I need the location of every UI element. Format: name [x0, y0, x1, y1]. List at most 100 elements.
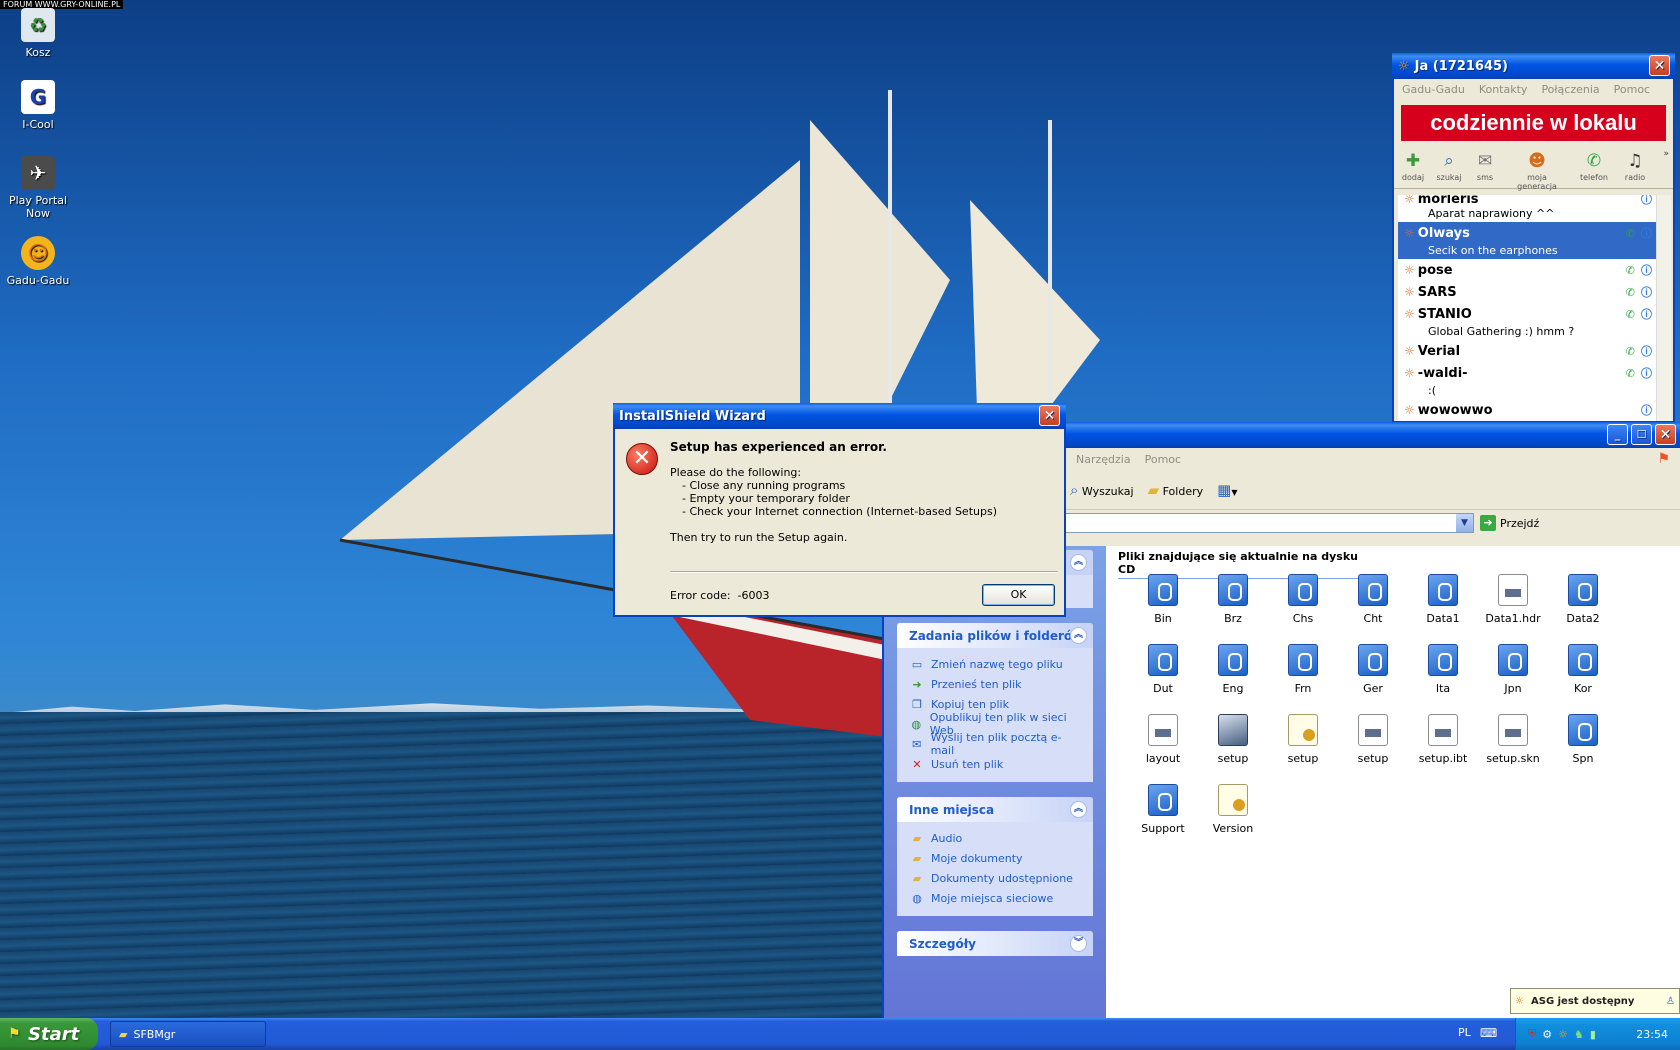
- phone-icon[interactable]: ✆: [1626, 227, 1635, 240]
- gg-menu-kontakty[interactable]: Kontakty: [1479, 83, 1528, 96]
- info-icon[interactable]: ⓘ: [1641, 367, 1652, 380]
- task-delete-file[interactable]: ✕ Usuń ten plik: [909, 754, 1081, 774]
- gg-contact-sars[interactable]: ☼ SARS ✆ ⓘ: [1398, 281, 1656, 303]
- info-icon[interactable]: ⓘ: [1641, 227, 1652, 240]
- file-item[interactable]: Ger: [1338, 644, 1408, 695]
- phone-icon[interactable]: ✆: [1626, 286, 1635, 299]
- tray-app-icon[interactable]: ♞: [1574, 1028, 1584, 1041]
- desktop-icon-recycle-bin[interactable]: ♻ Kosz: [0, 8, 76, 59]
- address-go-button[interactable]: ➜ Przejdź: [1480, 515, 1539, 531]
- explorer-minimize-button[interactable]: _: [1607, 424, 1628, 445]
- gg-contact-pose[interactable]: ☼ pose ✆ ⓘ: [1398, 259, 1656, 281]
- tray-network-icon[interactable]: ⚙: [1542, 1028, 1552, 1041]
- phone-icon[interactable]: ✆: [1626, 308, 1635, 321]
- explorer-maximize-button[interactable]: ☐: [1631, 424, 1652, 445]
- gg-scrollbar[interactable]: [1656, 195, 1671, 421]
- file-item[interactable]: Spn: [1548, 714, 1618, 765]
- file-item[interactable]: setup: [1198, 714, 1268, 765]
- chevron-up-icon[interactable]: ︽: [1070, 801, 1087, 818]
- info-icon[interactable]: ⓘ: [1641, 264, 1652, 277]
- gg-close-button[interactable]: ✕: [1649, 55, 1670, 76]
- desktop-icon-gadu-gadu[interactable]: ☺ Gadu-Gadu: [0, 236, 76, 287]
- gg-tool-moja-generacja[interactable]: ☻ moja generacja: [1506, 149, 1568, 191]
- address-dropdown-icon[interactable]: ▼: [1456, 514, 1473, 532]
- tray-gg-icon[interactable]: ☼: [1558, 1028, 1568, 1041]
- gg-menu-polaczenia[interactable]: Połączenia: [1541, 83, 1599, 96]
- file-item[interactable]: Chs: [1268, 574, 1338, 625]
- file-item[interactable]: setup.skn: [1478, 714, 1548, 765]
- clock[interactable]: 23:54: [1636, 1028, 1668, 1041]
- file-item[interactable]: Bin: [1128, 574, 1198, 625]
- explorer-views-button[interactable]: ▦▼: [1217, 481, 1237, 499]
- gg-tool-telefon[interactable]: ✆ telefon: [1574, 149, 1614, 182]
- file-item[interactable]: Dut: [1128, 644, 1198, 695]
- info-icon[interactable]: ⓘ: [1641, 286, 1652, 299]
- keyboard-icon[interactable]: ⌨: [1480, 1026, 1497, 1040]
- tray-battery-icon[interactable]: ▮: [1590, 1028, 1596, 1041]
- gg-ad-banner[interactable]: codziennie w lokalu: [1401, 105, 1666, 141]
- file-item[interactable]: Jpn: [1478, 644, 1548, 695]
- gg-contact-olways[interactable]: ☼ Olways ✆ ⓘ: [1398, 222, 1656, 244]
- phone-icon[interactable]: ✆: [1626, 264, 1635, 277]
- chevron-down-icon[interactable]: ︾: [1070, 935, 1087, 952]
- desktop-icon-play-portal[interactable]: ✈ Play Portal Now: [0, 156, 76, 220]
- gg-contact-waldi[interactable]: ☼ -waldi- ✆ ⓘ: [1398, 362, 1656, 384]
- start-button[interactable]: ⚑ Start: [0, 1018, 98, 1050]
- panel-head-file-tasks[interactable]: Zadania plików i folderów ︽: [897, 623, 1093, 648]
- phone-icon[interactable]: ✆: [1626, 345, 1635, 358]
- phone-icon[interactable]: ✆: [1626, 367, 1635, 380]
- place-shared-documents[interactable]: ▰ Dokumenty udostępnione: [909, 868, 1081, 888]
- info-icon[interactable]: ⓘ: [1641, 404, 1652, 417]
- dialog-titlebar[interactable]: InstallShield Wizard ✕: [613, 403, 1066, 429]
- file-item[interactable]: Eng: [1198, 644, 1268, 695]
- gg-toolbar-more-icon[interactable]: »: [1663, 149, 1669, 159]
- gg-contact-list[interactable]: ☼ morleris ⓘ Aparat naprawiony ^^ ☼ Olways ✆…: [1398, 195, 1656, 421]
- explorer-search-button[interactable]: ⌕ Wyszukaj: [1070, 481, 1134, 499]
- task-email-file[interactable]: ✉ Wyślij ten plik pocztą e-mail: [909, 731, 1081, 757]
- gg-tool-radio[interactable]: ♫ radio: [1620, 149, 1650, 182]
- gg-contact-verial[interactable]: ☼ Verial ✆ ⓘ: [1398, 340, 1656, 362]
- explorer-folders-button[interactable]: ▰ Foldery: [1148, 481, 1204, 499]
- gg-contact-morleris[interactable]: ☼ morleris ⓘ: [1398, 195, 1656, 207]
- gg-tool-szukaj[interactable]: ⌕ szukaj: [1434, 149, 1464, 182]
- explorer-close-button[interactable]: ✕: [1655, 424, 1676, 445]
- explorer-menu-pomoc[interactable]: Pomoc: [1145, 453, 1181, 466]
- desktop-icon-i-cool[interactable]: G I-Cool: [0, 80, 76, 131]
- info-icon[interactable]: ⓘ: [1641, 345, 1652, 358]
- file-item[interactable]: setup: [1338, 714, 1408, 765]
- ok-button[interactable]: OK: [982, 584, 1055, 606]
- file-item[interactable]: Ita: [1408, 644, 1478, 695]
- file-item[interactable]: Data1: [1408, 574, 1478, 625]
- place-audio[interactable]: ▰ Audio: [909, 828, 1081, 848]
- task-move-file[interactable]: ➜ Przenieś ten plik: [909, 674, 1081, 694]
- place-my-documents[interactable]: ▰ Moje dokumenty: [909, 848, 1081, 868]
- gg-contact-wowowwo[interactable]: ☼ wowowwo ⓘ: [1398, 399, 1656, 421]
- file-item[interactable]: Brz: [1198, 574, 1268, 625]
- file-item[interactable]: setup.ibt: [1408, 714, 1478, 765]
- chevron-up-icon[interactable]: ︽: [1070, 627, 1087, 644]
- gg-titlebar[interactable]: ☼ Ja (1721645) ✕: [1392, 53, 1675, 79]
- chevron-up-icon[interactable]: ︽: [1070, 554, 1087, 571]
- tray-shield-icon[interactable]: ⛨: [1528, 1027, 1536, 1041]
- panel-head-details[interactable]: Szczegóły ︾: [897, 931, 1093, 956]
- taskbar-item-sfbmgr[interactable]: ▰ SFBMgr: [110, 1021, 266, 1047]
- file-item[interactable]: Kor: [1548, 644, 1618, 695]
- gg-menu-pomoc[interactable]: Pomoc: [1614, 83, 1650, 96]
- gg-tool-sms[interactable]: ✉ sms: [1470, 149, 1500, 182]
- file-item[interactable]: setup: [1268, 714, 1338, 765]
- file-item[interactable]: Frn: [1268, 644, 1338, 695]
- file-item[interactable]: Cht: [1338, 574, 1408, 625]
- asg-notification[interactable]: ☼ ASG jest dostępny ♙: [1510, 988, 1680, 1014]
- file-item[interactable]: Support: [1128, 784, 1198, 835]
- info-icon[interactable]: ⓘ: [1641, 195, 1652, 206]
- address-input[interactable]: ▼: [1064, 513, 1474, 533]
- panel-head-other-places[interactable]: Inne miejsca ︽: [897, 797, 1093, 822]
- gg-contact-stanio[interactable]: ☼ STANIO ✆ ⓘ: [1398, 303, 1656, 325]
- info-icon[interactable]: ⓘ: [1641, 308, 1652, 321]
- gg-tool-dodaj[interactable]: ✚ dodaj: [1398, 149, 1428, 182]
- explorer-menu-narzedzia[interactable]: Narzędzia: [1076, 453, 1131, 466]
- file-item[interactable]: Data1.hdr: [1478, 574, 1548, 625]
- file-item[interactable]: Version: [1198, 784, 1268, 835]
- file-item[interactable]: layout: [1128, 714, 1198, 765]
- dialog-close-button[interactable]: ✕: [1039, 405, 1060, 426]
